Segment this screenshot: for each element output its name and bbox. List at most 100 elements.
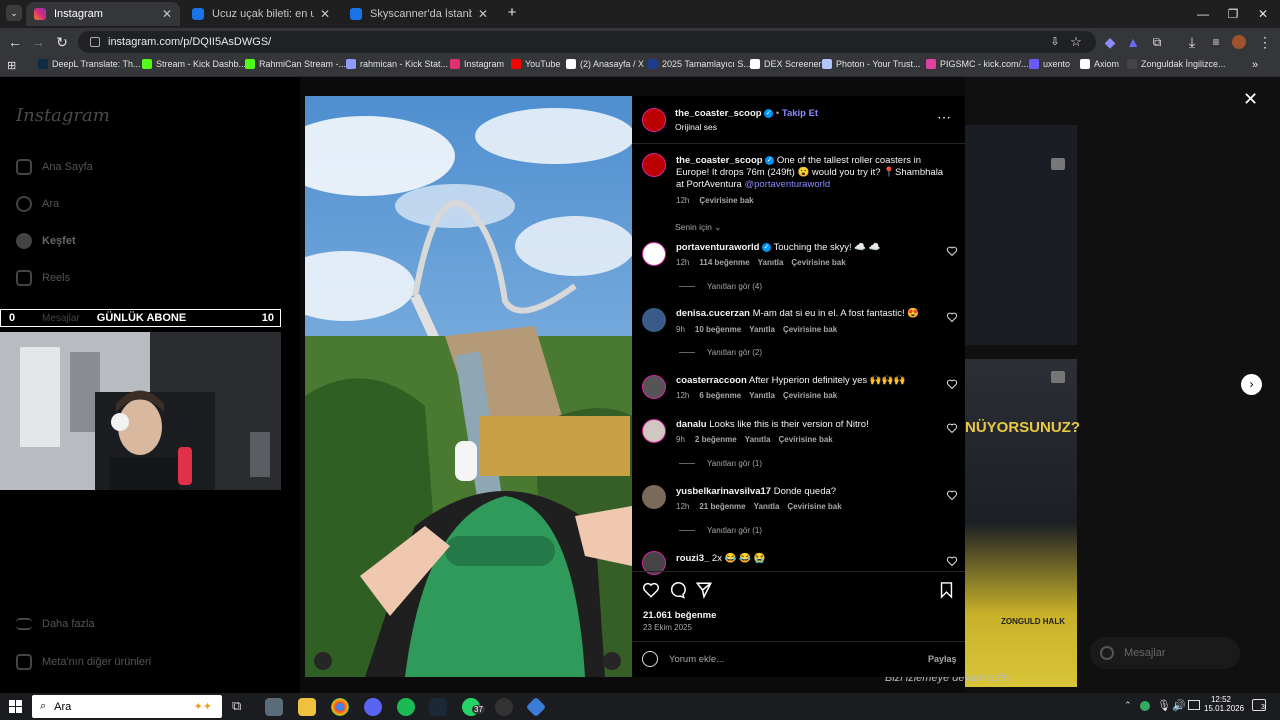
app-icon[interactable] xyxy=(525,696,547,718)
apps-icon[interactable]: ⊞ xyxy=(7,59,16,72)
like-comment-icon[interactable] xyxy=(946,555,958,567)
like-comment-icon[interactable] xyxy=(946,378,958,390)
like-icon[interactable] xyxy=(642,581,660,599)
new-tab-button[interactable]: + xyxy=(503,4,521,22)
tab-instagram[interactable]: Instagram ✕ xyxy=(26,2,180,26)
close-modal-icon[interactable]: ✕ xyxy=(1243,89,1258,110)
steam-icon[interactable] xyxy=(429,698,447,716)
nav-search[interactable]: Ara xyxy=(16,194,59,214)
instagram-logo[interactable]: Instagram xyxy=(16,105,110,126)
bookmark-item[interactable]: Stream - Kick Dashb... xyxy=(142,59,246,69)
restore-button[interactable]: ❐ xyxy=(1218,4,1248,24)
emoji-icon[interactable] xyxy=(642,651,658,667)
tab-skyscanner[interactable]: Skyscanner'da İstanbul-Bakü a ✕ xyxy=(342,2,496,26)
comment-input[interactable]: Yorum ekle... xyxy=(669,654,724,665)
comment-icon[interactable] xyxy=(668,581,686,599)
tagged-user-icon[interactable] xyxy=(314,652,332,670)
obs-icon[interactable] xyxy=(495,698,513,716)
menu-icon[interactable]: ⋮ xyxy=(1256,33,1274,51)
like-comment-icon[interactable] xyxy=(946,311,958,323)
caption-avatar[interactable] xyxy=(642,153,666,177)
audio-toggle-icon[interactable] xyxy=(603,652,621,670)
reading-list-icon[interactable]: ≡ xyxy=(1207,33,1225,51)
mention-link[interactable]: @portaventuraworld xyxy=(744,179,830,190)
tray-app-icon[interactable] xyxy=(1140,701,1150,711)
close-tab-icon[interactable]: ✕ xyxy=(478,7,488,21)
next-post-button[interactable]: › xyxy=(1241,374,1262,395)
nav-meta-products[interactable]: Meta'nın diğer ürünleri xyxy=(16,652,151,672)
author-avatar[interactable] xyxy=(642,108,666,132)
chrome-icon[interactable] xyxy=(331,698,349,716)
bookmark-item[interactable]: rahmican - Kick Stat... xyxy=(346,59,448,69)
volume-icon[interactable]: 🔊 xyxy=(1172,699,1186,712)
nav-reels[interactable]: Reels xyxy=(16,268,70,288)
whatsapp-icon[interactable]: 37 xyxy=(462,698,485,716)
bookmark-item[interactable]: DEX Screener xyxy=(750,59,822,69)
follow-button[interactable]: Takip Et xyxy=(782,108,818,119)
bookmark-item[interactable]: PIGSMC - kick.com/... xyxy=(926,59,1029,69)
comment-avatar[interactable] xyxy=(642,242,666,266)
downloads-icon[interactable]: ⤓ xyxy=(1183,33,1201,51)
bookmark-item[interactable]: Photon - Your Trust... xyxy=(822,59,921,69)
profile-avatar[interactable] xyxy=(1232,35,1246,49)
install-app-icon[interactable]: ⇩ xyxy=(1046,33,1064,51)
view-replies[interactable]: Yanıtları gör (2) xyxy=(679,348,762,357)
bookmark-item[interactable]: (2) Anasayfa / X xyxy=(566,59,644,69)
like-comment-icon[interactable] xyxy=(946,245,958,257)
tab-search-button[interactable]: ⌄ xyxy=(6,5,22,21)
likes-count[interactable]: 21.061 beğenme xyxy=(643,610,716,621)
bookmark-item[interactable]: Zonguldak İngilizce... xyxy=(1127,59,1226,69)
close-tab-icon[interactable]: ✕ xyxy=(162,7,172,21)
bookmark-item[interactable]: Instagram xyxy=(450,59,504,69)
clock[interactable]: 12:52 15.01.2026 xyxy=(1204,695,1244,713)
network-icon[interactable] xyxy=(1188,700,1200,710)
close-window-button[interactable]: ✕ xyxy=(1248,4,1278,24)
author-username[interactable]: the_coaster_scoop xyxy=(675,108,762,119)
tray-expand-icon[interactable]: ⌃ xyxy=(1124,700,1132,711)
taskbar-search[interactable]: ⌕ Ara ✦✦ xyxy=(32,695,222,718)
view-replies[interactable]: Yanıtları gör (1) xyxy=(679,459,762,468)
app-icon[interactable] xyxy=(265,698,283,716)
save-bookmark-icon[interactable] xyxy=(938,581,955,599)
site-info-icon[interactable] xyxy=(90,37,100,47)
extension-icon[interactable]: ◆ xyxy=(1101,33,1119,51)
notifications-icon[interactable]: 3 xyxy=(1252,699,1266,711)
post-comment-button[interactable]: Paylaş xyxy=(928,654,957,664)
task-view-icon[interactable]: ⧉ xyxy=(232,698,250,716)
tab-flights[interactable]: Ucuz uçak bileti: en uygun uçak ✕ xyxy=(184,2,338,26)
nav-home[interactable]: Ana Sayfa xyxy=(16,157,93,177)
discord-icon[interactable] xyxy=(364,698,382,716)
extensions-puzzle-icon[interactable]: ⧉ xyxy=(1148,33,1166,51)
like-comment-icon[interactable] xyxy=(946,422,958,434)
comment-avatar[interactable] xyxy=(642,485,666,509)
comment-avatar[interactable] xyxy=(642,375,666,399)
bookmark-item[interactable]: DeepL Translate: Th... xyxy=(38,59,141,69)
audio-label[interactable]: Orijinal ses xyxy=(675,122,717,132)
more-options-icon[interactable]: ⋯ xyxy=(937,109,952,126)
bookmark-item[interactable]: YouTube xyxy=(511,59,560,69)
bookmark-item[interactable]: uxento xyxy=(1029,59,1070,69)
close-tab-icon[interactable]: ✕ xyxy=(320,7,330,21)
bookmark-item[interactable]: Axiom xyxy=(1080,59,1119,69)
comment-avatar[interactable] xyxy=(642,419,666,443)
extension-icon[interactable]: ▲ xyxy=(1124,33,1142,51)
nav-more[interactable]: Daha fazla xyxy=(16,614,95,634)
view-replies[interactable]: Yanıtları gör (1) xyxy=(679,526,762,535)
see-translation-link[interactable]: Çevirisine bak xyxy=(699,196,753,205)
windows-start-icon[interactable] xyxy=(9,700,22,713)
forward-icon[interactable]: → xyxy=(29,33,47,51)
bookmark-item[interactable]: 2025 Tamamlayıcı S... xyxy=(648,59,751,69)
microphone-icon[interactable]: 🎙 xyxy=(1157,699,1171,712)
minimize-button[interactable]: — xyxy=(1188,4,1218,24)
more-bookmarks-icon[interactable]: » xyxy=(1252,59,1258,71)
bookmark-star-icon[interactable]: ☆ xyxy=(1067,33,1085,51)
messages-floating-button[interactable]: Mesajlar xyxy=(1090,637,1240,669)
reload-icon[interactable]: ↻ xyxy=(53,33,71,51)
like-comment-icon[interactable] xyxy=(946,489,958,501)
nav-explore[interactable]: Keşfet xyxy=(16,231,76,251)
for-you-filter[interactable]: Senin için ⌄ xyxy=(675,222,721,233)
share-icon[interactable] xyxy=(695,581,713,599)
file-explorer-icon[interactable] xyxy=(298,698,316,716)
comment-avatar[interactable] xyxy=(642,308,666,332)
bookmark-item[interactable]: RahmiCan Stream -... xyxy=(245,59,346,69)
